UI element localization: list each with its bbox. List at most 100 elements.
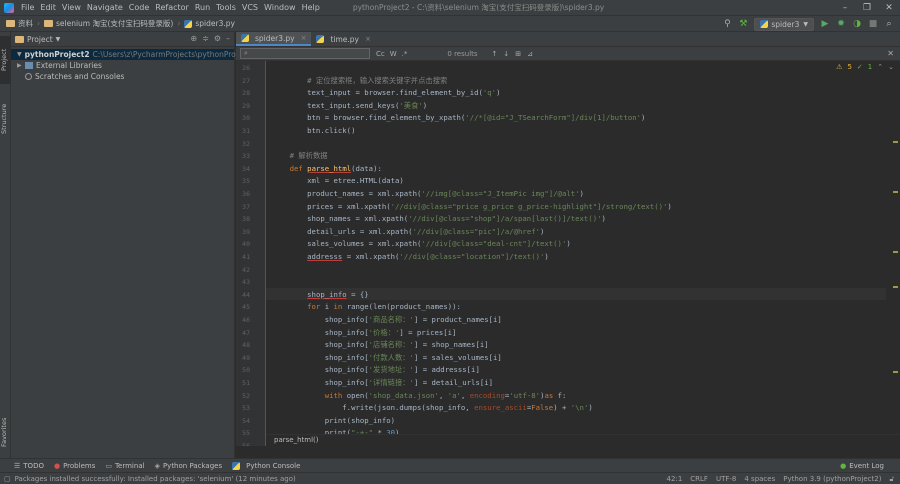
locate-icon[interactable]: ⊕ xyxy=(190,34,197,43)
inspection-widget[interactable]: ⚠ 5 ✓ 1 ⌃ ⌄ xyxy=(836,63,894,71)
tool-terminal[interactable]: ▭ Terminal xyxy=(105,462,144,470)
nav-crumb-subfolder[interactable]: selenium 淘宝(支付宝扫码登录版) xyxy=(56,18,173,29)
arrow-down-icon[interactable]: ↓ xyxy=(503,50,509,58)
code-line[interactable]: f.write(json.dumps(shop_info, ensure_asc… xyxy=(272,402,592,415)
code-line[interactable]: for i in range(len(product_names)): xyxy=(272,301,461,314)
terminal-icon: ▭ xyxy=(105,461,112,470)
editor-tabs: spider3.py × time.py × xyxy=(236,32,900,47)
close-tab-icon[interactable]: × xyxy=(365,35,371,43)
menu-edit[interactable]: Edit xyxy=(37,0,59,16)
collapse-all-icon[interactable]: ≑ xyxy=(202,34,209,43)
code-line[interactable]: print(shop_info) xyxy=(272,415,395,428)
filter-icon[interactable]: ⊿ xyxy=(527,50,533,58)
code-line[interactable]: with open('shop_data.json', 'a', encodin… xyxy=(272,390,567,403)
code-line[interactable]: prices = xml.xpath('//div[@class="price … xyxy=(272,201,672,214)
code-area[interactable]: 26 27 28 29 30 31 32 33 34 35 36 37 38 39 40 41 42 43 44 45… xyxy=(236,61,900,446)
stop-icon[interactable]: ■ xyxy=(868,17,878,31)
code-line[interactable]: product_names = xml.xpath('//img[@class=… xyxy=(272,188,584,201)
line-number: 46 xyxy=(242,316,250,324)
code-line[interactable]: shop_info['付款人数：'] = sales_volumes[i] xyxy=(272,352,502,365)
regex-toggle[interactable]: .* xyxy=(402,50,408,58)
tool-tab-project[interactable]: Project xyxy=(0,36,11,84)
code-line[interactable]: shop_info['发货地址：'] = addresss[i] xyxy=(272,364,480,377)
chevron-right-icon: › xyxy=(37,19,40,28)
menu-vcs[interactable]: VCS xyxy=(239,0,261,16)
menu-view[interactable]: View xyxy=(59,0,84,16)
caret-position[interactable]: 42:1 xyxy=(667,473,683,484)
code-line[interactable]: shop_info['价格：'] = prices[i] xyxy=(272,327,457,340)
editor-breadcrumb[interactable]: parse_html() xyxy=(266,434,900,446)
user-icon[interactable]: ⚲ xyxy=(722,17,732,31)
code-line[interactable]: shop_names = xml.xpath('//div[@class="sh… xyxy=(272,213,606,226)
interpreter[interactable]: Python 3.9 (pythonProject2) xyxy=(783,473,881,484)
code-line[interactable]: btn = browser.find_element_by_xpath('//*… xyxy=(272,112,645,125)
arrow-up-icon[interactable]: ↑ xyxy=(492,50,498,58)
code-line[interactable]: text_input.send_keys('美食') xyxy=(272,100,427,113)
file-encoding[interactable]: UTF-8 xyxy=(716,473,736,484)
chevron-up-icon[interactable]: ⌃ xyxy=(877,63,883,71)
search-everywhere-icon[interactable]: ⌕ xyxy=(884,17,894,31)
close-tab-icon[interactable]: × xyxy=(301,34,307,42)
menu-window[interactable]: Window xyxy=(261,0,299,16)
restore-icon[interactable]: ❐ xyxy=(856,0,878,16)
tool-problems[interactable]: ● Problems xyxy=(54,462,95,470)
close-find-icon[interactable]: ✕ xyxy=(887,49,894,58)
menu-file[interactable]: File xyxy=(18,0,37,16)
status-message[interactable]: Packages installed successfully: Install… xyxy=(15,475,296,483)
coverage-icon[interactable]: ◑ xyxy=(852,17,862,31)
lock-icon[interactable]: 🔓︎ xyxy=(889,473,894,484)
match-case-toggle[interactable]: Cc xyxy=(376,50,385,58)
nav-crumb-folder[interactable]: 资料 xyxy=(18,18,33,29)
code-line[interactable]: def parse_html(data): xyxy=(272,163,382,176)
tool-tab-favorites[interactable]: Favorites xyxy=(0,412,11,452)
status-toggle-icon[interactable]: ▢ xyxy=(4,475,11,483)
menu-navigate[interactable]: Navigate xyxy=(84,0,126,16)
whole-words-toggle[interactable]: W xyxy=(390,50,397,58)
hammer-icon[interactable]: ⚒ xyxy=(738,17,748,31)
tree-item-project-root[interactable]: ▼ pythonProject2 C:\Users\z\PycharmProje… xyxy=(11,49,254,60)
code-line[interactable]: detail_urls = xml.xpath('//div[@class="p… xyxy=(272,226,544,239)
code-line[interactable]: shop_info['商品名称：'] = product_names[i] xyxy=(272,314,502,327)
run-config-selector[interactable]: spider3 ▼ xyxy=(754,17,814,31)
run-icon[interactable]: ▶ xyxy=(820,17,830,31)
code-line[interactable]: text_input = browser.find_element_by_id(… xyxy=(272,87,500,100)
code-line[interactable]: shop_info['详情链接：'] = detail_urls[i] xyxy=(272,377,493,390)
minimize-icon[interactable]: – xyxy=(834,0,856,16)
chevron-down-icon[interactable]: ⌄ xyxy=(888,63,894,71)
code-line[interactable]: # 解析数据 xyxy=(272,150,328,163)
code-line[interactable]: sales_volumes = xml.xpath('//div[@class=… xyxy=(272,238,571,251)
menu-code[interactable]: Code xyxy=(126,0,152,16)
code-line[interactable]: shop_info = {} xyxy=(272,289,369,302)
tool-python-console[interactable]: Python Console xyxy=(232,461,300,470)
menu-refactor[interactable]: Refactor xyxy=(152,0,192,16)
tool-python-packages[interactable]: ◈ Python Packages xyxy=(155,462,223,470)
indent-setting[interactable]: 4 spaces xyxy=(744,473,775,484)
tree-item-scratches[interactable]: Scratches and Consoles xyxy=(11,71,234,82)
code-line[interactable]: btn.click() xyxy=(272,125,355,138)
find-input[interactable]: ⌕ xyxy=(240,48,370,59)
select-all-occurrences-icon[interactable]: ⊞ xyxy=(515,50,521,58)
menu-tools[interactable]: Tools xyxy=(213,0,239,16)
project-panel-header[interactable]: Project ▼ ⊕ ≑ ⚙ – xyxy=(11,32,234,47)
tab-time[interactable]: time.py × xyxy=(311,32,375,46)
event-log[interactable]: ● Event Log xyxy=(840,459,884,473)
code-lines[interactable]: # 定位搜索框，输入搜索关键字并点击搜索 text_input = browse… xyxy=(272,61,886,446)
nav-crumb-file[interactable]: spider3.py xyxy=(195,19,235,28)
event-log-icon: ● xyxy=(840,462,847,470)
code-line[interactable]: addresss = xml.xpath('//div[@class="loca… xyxy=(272,251,549,264)
tree-item-external-libraries[interactable]: ▶ External Libraries xyxy=(11,60,234,71)
gear-icon[interactable]: ⚙ xyxy=(214,34,221,43)
menu-run[interactable]: Run xyxy=(192,0,213,16)
line-separator[interactable]: CRLF xyxy=(690,473,708,484)
error-stripe[interactable] xyxy=(893,81,898,441)
tool-todo[interactable]: ☰ TODO xyxy=(14,462,44,470)
code-line[interactable]: shop_info['店铺名称：'] = shop_names[i] xyxy=(272,339,489,352)
code-line[interactable]: # 定位搜索框，输入搜索关键字并点击搜索 xyxy=(272,75,447,88)
menu-help[interactable]: Help xyxy=(299,0,323,16)
hide-icon[interactable]: – xyxy=(226,34,230,43)
tab-spider3[interactable]: spider3.py × xyxy=(236,32,312,46)
code-line[interactable]: xml = etree.HTML(data) xyxy=(272,175,404,188)
tool-tab-structure[interactable]: Structure xyxy=(0,92,11,146)
close-icon[interactable]: ✕ xyxy=(878,0,900,16)
debug-icon[interactable]: ✹ xyxy=(836,17,846,31)
